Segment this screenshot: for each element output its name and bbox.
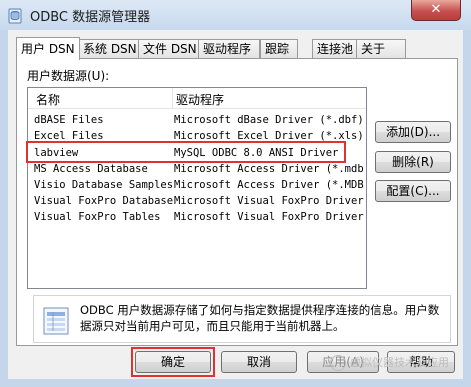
- database-info-icon: [43, 307, 69, 335]
- tab-about[interactable]: 关于: [356, 39, 406, 58]
- info-text: ODBC 用户数据源存储了如何与指定数据提供程序连接的信息。用户数据源只对当前用…: [80, 303, 440, 333]
- dsn-name: Excel Files: [34, 130, 104, 142]
- column-header-driver[interactable]: 驱动程序: [176, 91, 224, 108]
- add-button[interactable]: 添加(D)...: [375, 121, 451, 143]
- tab-tracing[interactable]: 跟踪: [260, 39, 298, 58]
- tab-label: 关于: [361, 42, 386, 56]
- tab-label: 驱动程序: [203, 42, 252, 56]
- dsn-name: labview: [34, 147, 79, 159]
- list-item[interactable]: Visual FoxPro Database Microsoft Visual …: [28, 193, 366, 209]
- watermark: 虚拟仪器技术及应用: [330, 353, 470, 373]
- dsn-driver: MySQL ODBC 8.0 ANSI Driver: [174, 147, 339, 159]
- tab-system-dsn[interactable]: 系统 DSN: [78, 39, 140, 58]
- tab-label: 连接池: [317, 42, 354, 56]
- dsn-name: dBASE Files: [34, 114, 104, 126]
- tab-panel-user-dsn: 用户数据源(U): 名称 驱动程序 dBASE Files Microsoft …: [16, 58, 458, 346]
- tab-user-dsn[interactable]: 用户 DSN: [16, 37, 80, 60]
- list-item[interactable]: Visual FoxPro Tables Microsoft Visual Fo…: [28, 209, 366, 225]
- odbc-app-icon: [8, 8, 22, 24]
- user-dsn-label: 用户数据源(U):: [27, 69, 110, 83]
- dsn-driver: Microsoft Visual FoxPro Driver: [174, 211, 364, 223]
- dsn-driver: Microsoft Access Driver (*.mdb: [174, 163, 364, 175]
- close-icon: ✕: [430, 2, 442, 17]
- list-item[interactable]: MS Access Database Microsoft Access Driv…: [28, 161, 366, 177]
- tab-drivers[interactable]: 驱动程序: [198, 39, 260, 58]
- tab-label: 系统 DSN: [83, 42, 137, 56]
- column-divider[interactable]: [172, 88, 173, 108]
- dsn-driver: Microsoft Visual FoxPro Driver: [174, 195, 364, 207]
- tab-label: 文件 DSN: [143, 42, 197, 56]
- list-item[interactable]: labview MySQL ODBC 8.0 ANSI Driver: [28, 145, 366, 161]
- dialog-client: 用户 DSN 系统 DSN 文件 DSN 驱动程序 跟踪 连接池 关于 用户数据…: [8, 30, 463, 379]
- wechat-icon: [330, 355, 346, 371]
- cancel-button[interactable]: 取消: [221, 351, 297, 373]
- list-item[interactable]: Excel Files Microsoft Excel Driver (*.xl…: [28, 128, 366, 144]
- tab-file-dsn[interactable]: 文件 DSN: [138, 39, 200, 58]
- dsn-driver: Microsoft Access Driver (*.MDB: [174, 179, 364, 191]
- configure-button[interactable]: 配置(C)...: [375, 180, 451, 202]
- ok-button[interactable]: 确定: [135, 351, 211, 373]
- watermark-text: 虚拟仪器技术及应用: [350, 356, 449, 369]
- dsn-name: Visual FoxPro Database: [34, 195, 174, 207]
- list-header: 名称 驱动程序: [28, 88, 366, 109]
- dsn-name: MS Access Database: [34, 163, 148, 175]
- tab-label: 跟踪: [265, 42, 290, 56]
- window-title: ODBC 数据源管理器: [30, 10, 151, 25]
- info-box: ODBC 用户数据源存储了如何与指定数据提供程序连接的信息。用户数据源只对当前用…: [33, 295, 451, 343]
- dsn-driver: Microsoft Excel Driver (*.xls): [174, 130, 364, 142]
- list-item[interactable]: Visio Database Samples Microsoft Access …: [28, 177, 366, 193]
- tab-label: 用户 DSN: [21, 42, 75, 56]
- user-dsn-list[interactable]: 名称 驱动程序 dBASE Files Microsoft dBase Driv…: [27, 87, 367, 289]
- dsn-name: Visio Database Samples: [34, 179, 174, 191]
- remove-button[interactable]: 删除(R): [375, 151, 451, 173]
- dsn-driver: Microsoft dBase Driver (*.dbf): [174, 114, 364, 126]
- close-button[interactable]: ✕: [411, 0, 461, 21]
- title-bar: ODBC 数据源管理器 ✕: [0, 0, 471, 30]
- list-item[interactable]: dBASE Files Microsoft dBase Driver (*.db…: [28, 112, 366, 128]
- dsn-name: Visual FoxPro Tables: [34, 211, 161, 223]
- tab-connection-pooling[interactable]: 连接池: [312, 39, 362, 58]
- column-header-name[interactable]: 名称: [36, 91, 60, 108]
